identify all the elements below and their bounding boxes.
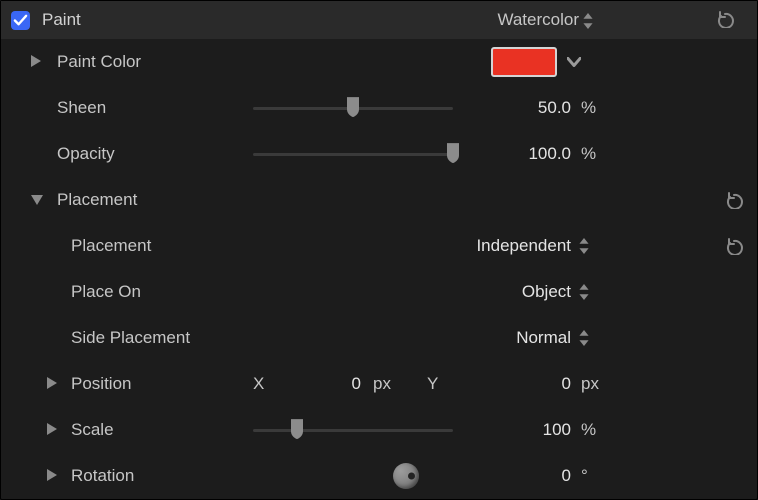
enable-checkbox[interactable]: [11, 11, 30, 30]
scale-value[interactable]: 100: [461, 407, 571, 453]
preset-dropdown[interactable]: Watercolor: [497, 10, 593, 30]
disclosure-triangle-icon[interactable]: [31, 190, 43, 210]
position-y-unit: px: [581, 374, 599, 394]
position-row: Position X 0 px Y 0 px: [1, 361, 757, 407]
scale-unit: %: [581, 420, 596, 440]
sheen-slider[interactable]: [253, 107, 453, 110]
opacity-unit: %: [581, 144, 596, 164]
scale-row: Scale 100 %: [1, 407, 757, 453]
reset-button[interactable]: [716, 10, 734, 33]
preset-value: Watercolor: [497, 10, 579, 30]
place-on-row: Place On Object: [1, 269, 757, 315]
disclosure-triangle-icon[interactable]: [47, 420, 57, 440]
chevron-updown-icon: [579, 223, 589, 269]
rotation-unit: °: [581, 466, 588, 486]
paint-color-row: Paint Color: [1, 39, 757, 85]
side-placement-label: Side Placement: [71, 328, 190, 348]
position-x-value[interactable]: 0: [301, 374, 361, 394]
y-axis-label: Y: [427, 374, 438, 394]
scale-slider[interactable]: [253, 429, 453, 432]
position-x-unit: px: [373, 374, 391, 394]
opacity-label: Opacity: [57, 144, 115, 164]
sheen-value[interactable]: 50.0: [461, 85, 571, 131]
rotation-dial[interactable]: [393, 463, 419, 489]
sheen-unit: %: [581, 98, 596, 118]
opacity-slider[interactable]: [253, 153, 453, 156]
x-axis-label: X: [253, 374, 264, 394]
chevron-updown-icon: [579, 269, 589, 315]
chevron-down-icon[interactable]: [567, 52, 581, 72]
position-label: Position: [71, 374, 131, 394]
reset-button[interactable]: [725, 237, 743, 255]
placement-group-row: Placement: [1, 177, 757, 223]
rotation-row: Rotation 0 °: [1, 453, 757, 499]
disclosure-triangle-icon[interactable]: [31, 52, 41, 72]
opacity-value[interactable]: 100.0: [461, 131, 571, 177]
placement-dropdown[interactable]: Independent: [461, 223, 571, 269]
placement-label: Placement: [71, 236, 151, 256]
placement-row: Placement Independent: [1, 223, 757, 269]
place-on-dropdown[interactable]: Object: [461, 269, 571, 315]
section-title: Paint: [42, 10, 81, 30]
disclosure-triangle-icon[interactable]: [47, 466, 57, 486]
placement-group-label: Placement: [57, 190, 137, 210]
side-placement-row: Side Placement Normal: [1, 315, 757, 361]
opacity-row: Opacity 100.0 %: [1, 131, 757, 177]
sheen-label: Sheen: [57, 98, 106, 118]
paint-inspector-panel: Paint Watercolor Paint Color Sheen: [0, 0, 758, 500]
place-on-label: Place On: [71, 282, 141, 302]
paint-color-label: Paint Color: [57, 52, 141, 72]
disclosure-triangle-icon[interactable]: [47, 374, 57, 394]
chevron-updown-icon: [579, 315, 589, 361]
scale-label: Scale: [71, 420, 114, 440]
reset-button[interactable]: [725, 191, 743, 209]
position-y-value[interactable]: 0: [461, 374, 571, 394]
section-header: Paint Watercolor: [1, 1, 757, 39]
sheen-row: Sheen 50.0 %: [1, 85, 757, 131]
chevron-updown-icon: [583, 13, 593, 29]
side-placement-dropdown[interactable]: Normal: [461, 315, 571, 361]
rotation-label: Rotation: [71, 466, 134, 486]
rotation-value[interactable]: 0: [461, 453, 571, 499]
color-well[interactable]: [491, 47, 557, 77]
